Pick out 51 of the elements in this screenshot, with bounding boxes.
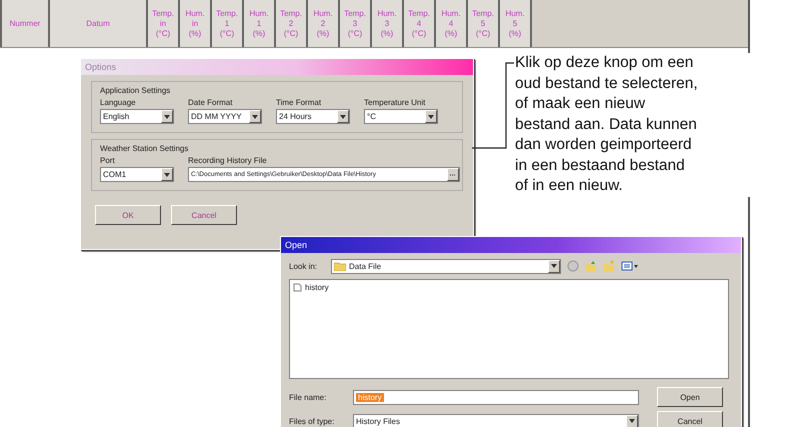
file-name-field[interactable]: history — [353, 390, 639, 404]
look-in-dropdown[interactable]: Data File — [331, 258, 562, 274]
field-label: Date Format — [188, 98, 234, 107]
browse-button[interactable] — [447, 168, 459, 181]
file-icon — [293, 283, 302, 292]
column-header[interactable]: Hum. 1 (%) — [242, 0, 274, 47]
caret-icon — [551, 264, 558, 268]
column-header[interactable]: Temp. 2 (°C) — [274, 0, 306, 47]
field-label: Look in: — [289, 262, 318, 270]
field-label: Files of type: — [289, 416, 336, 426]
field-label: Time Format — [276, 98, 322, 107]
group-title: Weather Station Settings — [100, 144, 190, 153]
dropdown[interactable]: English — [100, 109, 174, 124]
caret-icon — [164, 114, 170, 118]
dropdown[interactable]: °C — [364, 109, 438, 124]
column-header[interactable]: Temp. 5 (°C) — [466, 0, 498, 47]
column-header[interactable]: Temp. 3 (°C) — [338, 0, 370, 47]
field-label: File name: — [289, 392, 328, 402]
column-header[interactable]: Temp. 1 (°C) — [210, 0, 242, 47]
dialog-button[interactable]: OK — [95, 205, 161, 225]
group-title: Application Settings — [100, 86, 172, 95]
open-button[interactable]: Open — [657, 387, 723, 407]
file-item[interactable]: history — [293, 283, 329, 292]
column-header[interactable]: Hum. 4 (%) — [434, 0, 466, 47]
dialog-title-bar: Options — [81, 59, 473, 75]
field-label: Recording History File — [188, 156, 268, 165]
column-header[interactable]: Hum. 3 (%) — [370, 0, 402, 47]
caret-icon — [428, 114, 434, 118]
dialog-title-bar: Open — [281, 237, 741, 253]
caret-icon — [340, 114, 346, 118]
cancel-button[interactable]: Cancel — [657, 411, 723, 427]
field-label: Port — [100, 156, 116, 165]
dropdown[interactable]: COM1 — [100, 167, 174, 182]
caret-icon — [164, 172, 170, 176]
column-header[interactable]: Hum. in (%) — [178, 0, 210, 47]
field-label: Language — [100, 98, 137, 107]
column-header[interactable]: Temp. in (°C) — [146, 0, 178, 47]
caret-icon — [252, 114, 258, 118]
file-type-dropdown[interactable]: History Files — [353, 414, 639, 427]
dropdown[interactable]: DD MM YYYY — [188, 109, 262, 124]
column-header[interactable]: Hum. 5 (%) — [498, 0, 530, 47]
column-header[interactable]: Nummer — [0, 0, 48, 47]
dialog-button[interactable]: Cancel — [171, 205, 237, 225]
view-menu-icon[interactable] — [621, 260, 640, 272]
field-label: Temperature Unit — [364, 98, 426, 107]
caret-icon — [629, 419, 635, 423]
dropdown[interactable]: 24 Hours — [276, 109, 350, 124]
folder-icon — [334, 262, 346, 270]
column-header[interactable]: Datum — [48, 0, 146, 47]
column-header[interactable]: Hum. 2 (%) — [306, 0, 338, 47]
column-header[interactable]: Temp. 4 (°C) — [402, 0, 434, 47]
